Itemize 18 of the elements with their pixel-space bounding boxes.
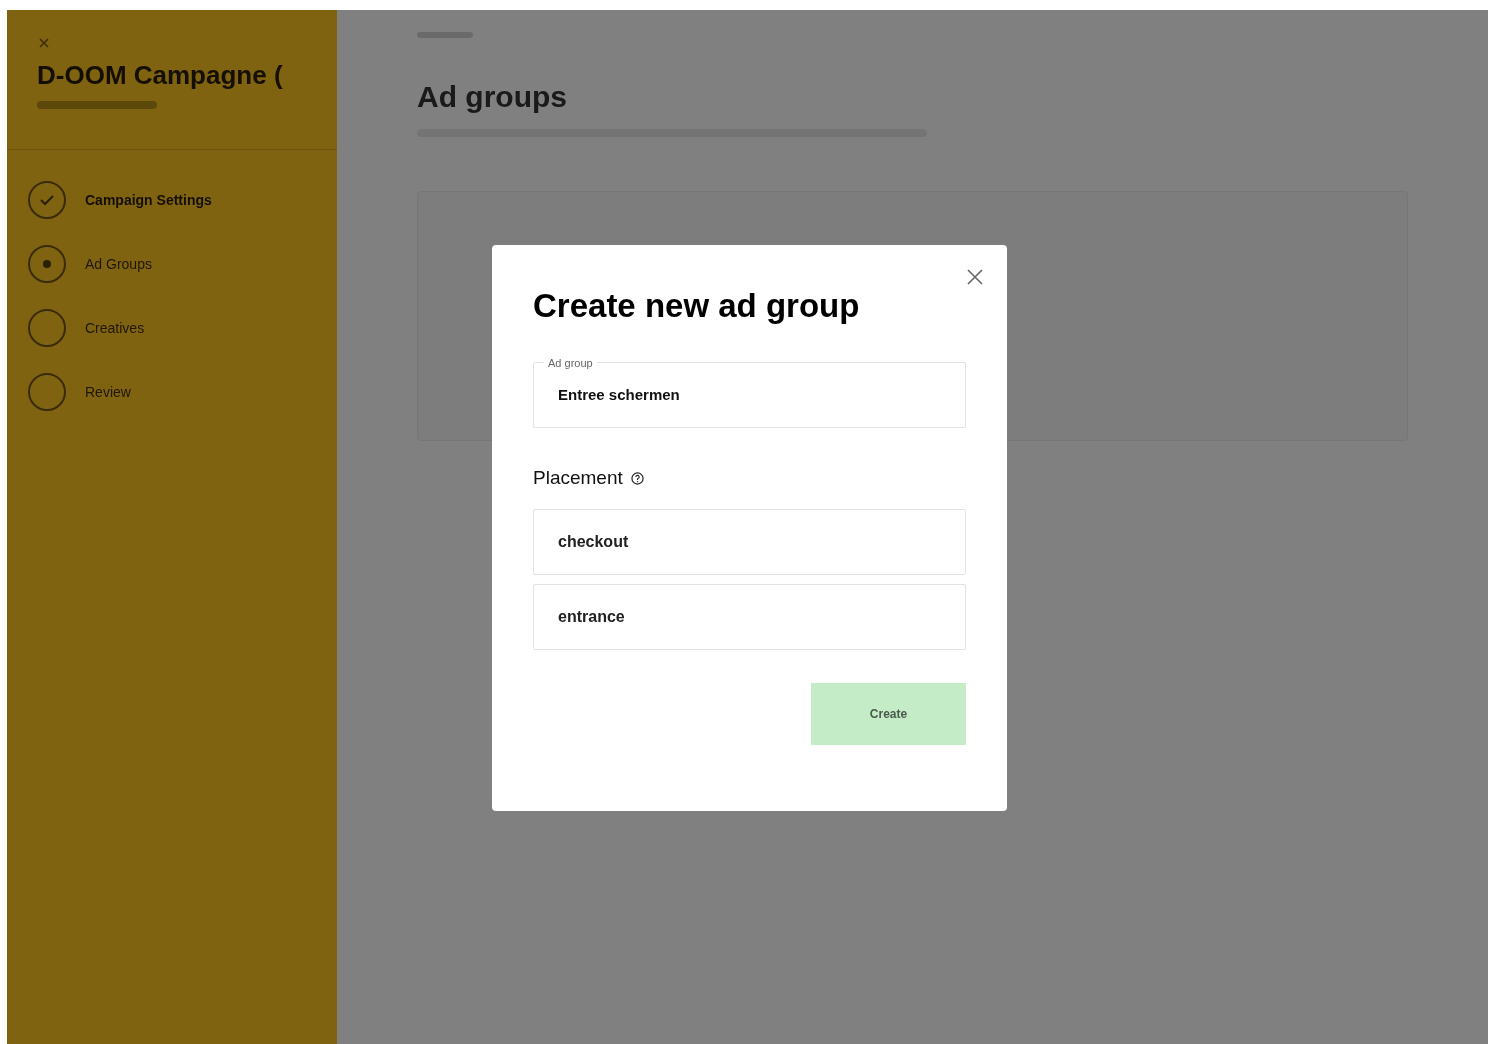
field-value: Entree schermen <box>558 385 680 405</box>
step-current-icon <box>27 244 67 284</box>
placement-option[interactable]: checkout <box>533 508 966 575</box>
step-label[interactable]: Review <box>85 381 131 403</box>
dialog-title: Create new ad group <box>533 286 861 326</box>
campaign-title: D-OOM Campagne ( <box>37 59 284 92</box>
step-empty-icon <box>27 372 67 412</box>
check-circle-icon <box>27 180 67 220</box>
placement-option[interactable]: entrance <box>533 583 966 650</box>
step-label[interactable]: Ad Groups <box>85 253 152 275</box>
page-title: Ad groups <box>417 79 568 115</box>
help-icon[interactable] <box>630 472 644 485</box>
placement-label: Placement <box>533 466 623 491</box>
close-icon[interactable] <box>967 269 983 285</box>
step-label[interactable]: Campaign Settings <box>85 189 212 211</box>
close-icon[interactable] <box>39 38 49 48</box>
step-label[interactable]: Creatives <box>85 317 145 339</box>
step-empty-icon <box>27 308 67 348</box>
